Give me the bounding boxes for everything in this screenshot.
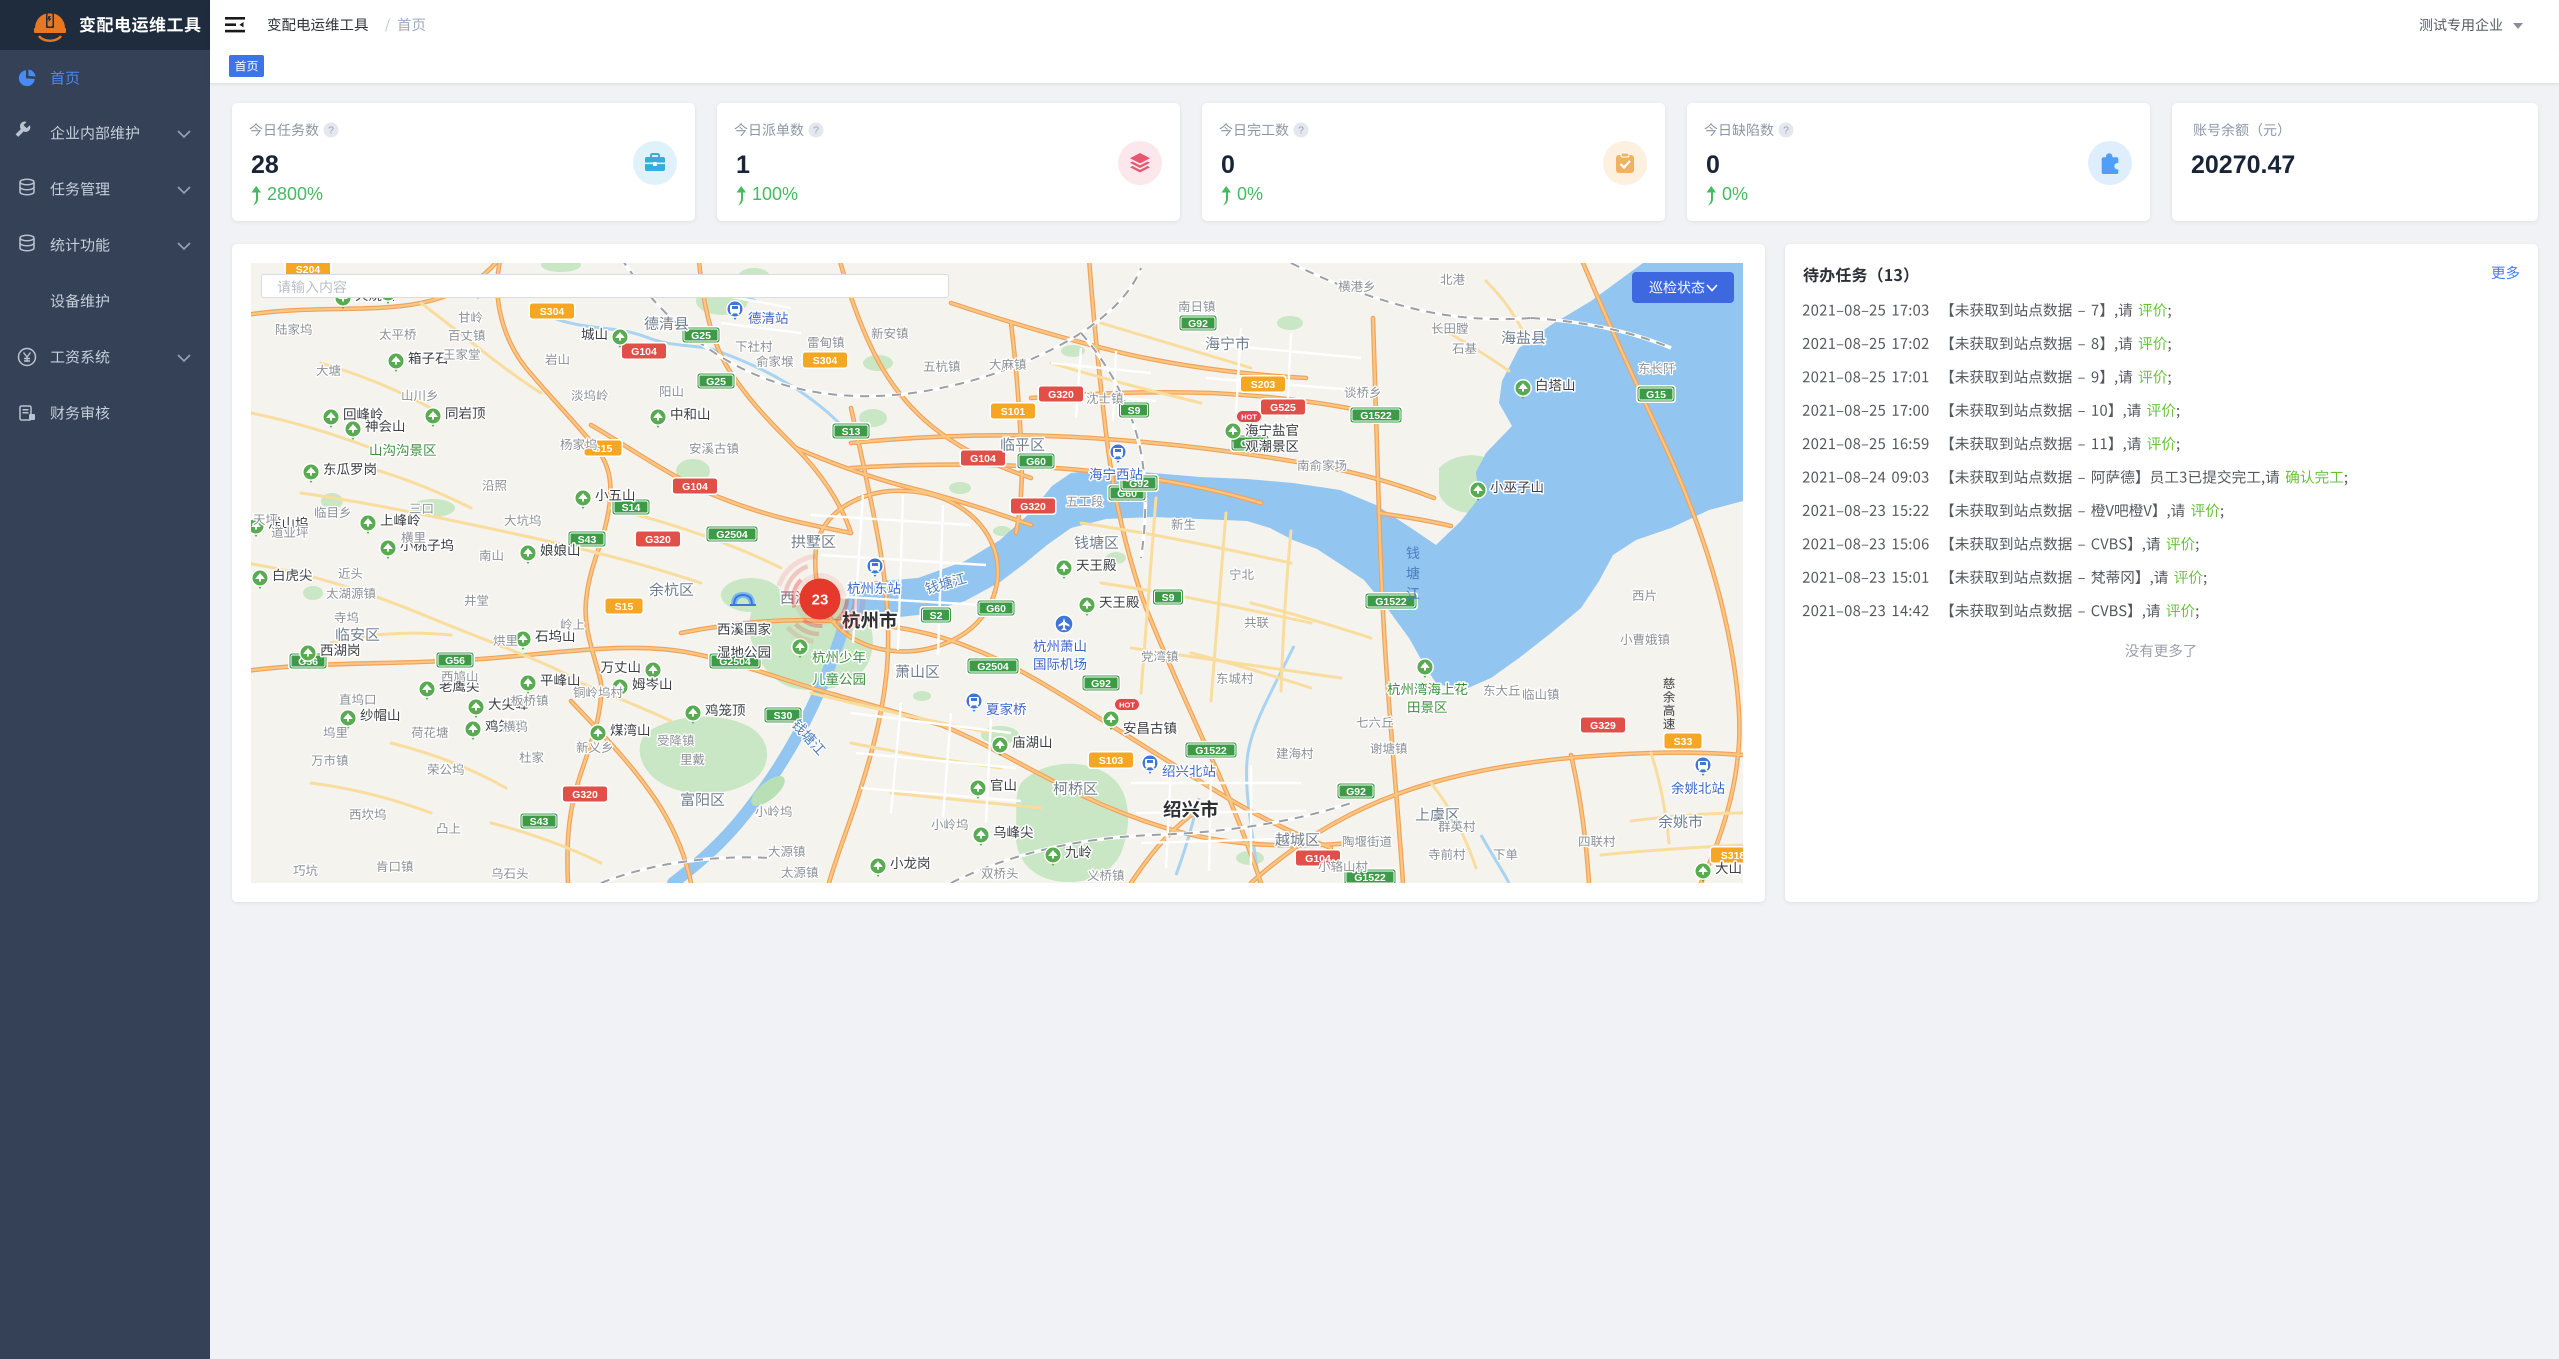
svg-text:S30: S30 xyxy=(774,710,793,722)
svg-text:S203: S203 xyxy=(1251,379,1276,391)
svg-text:S33: S33 xyxy=(1674,736,1693,748)
svg-text:G320: G320 xyxy=(645,534,671,546)
svg-text:S2: S2 xyxy=(930,610,943,622)
svg-text:G56: G56 xyxy=(445,655,465,667)
svg-text:S13: S13 xyxy=(842,426,861,438)
svg-text:G60: G60 xyxy=(986,603,1006,615)
svg-text:S9: S9 xyxy=(1128,405,1141,417)
svg-text:G104: G104 xyxy=(631,346,657,358)
svg-text:S318: S318 xyxy=(1721,850,1743,862)
svg-text:G525: G525 xyxy=(1270,402,1296,414)
svg-text:G1522: G1522 xyxy=(1360,410,1392,422)
svg-text:G329: G329 xyxy=(1590,720,1616,732)
svg-text:G92: G92 xyxy=(1346,786,1366,798)
svg-text:G1522: G1522 xyxy=(1375,596,1407,608)
svg-text:23: 23 xyxy=(812,592,829,609)
svg-text:S9: S9 xyxy=(1162,592,1175,604)
svg-text:S43: S43 xyxy=(530,816,549,828)
svg-text:G320: G320 xyxy=(1020,501,1046,513)
svg-text:HOT: HOT xyxy=(1241,413,1257,422)
svg-text:G1522: G1522 xyxy=(1354,872,1386,883)
svg-text:G60: G60 xyxy=(1026,456,1046,468)
svg-text:S101: S101 xyxy=(1001,406,1026,418)
svg-text:S103: S103 xyxy=(1099,755,1124,767)
svg-text:G25: G25 xyxy=(691,330,711,342)
svg-text:G104: G104 xyxy=(682,481,708,493)
svg-text:HOT: HOT xyxy=(1119,701,1135,710)
svg-text:G92: G92 xyxy=(1091,678,1111,690)
svg-text:G104: G104 xyxy=(970,453,996,465)
svg-text:S304: S304 xyxy=(540,306,565,318)
svg-text:G92: G92 xyxy=(1188,318,1208,330)
svg-text:G15: G15 xyxy=(1646,389,1666,401)
svg-text:G2504: G2504 xyxy=(716,529,748,541)
svg-text:G320: G320 xyxy=(1048,389,1074,401)
svg-text:S15: S15 xyxy=(615,601,634,613)
svg-text:G2504: G2504 xyxy=(977,661,1009,673)
svg-text:S14: S14 xyxy=(622,502,641,514)
svg-text:G25: G25 xyxy=(706,376,726,388)
svg-text:G1522: G1522 xyxy=(1195,745,1227,757)
svg-text:S43: S43 xyxy=(578,534,597,546)
svg-text:G320: G320 xyxy=(572,789,598,801)
svg-text:S304: S304 xyxy=(813,355,838,367)
